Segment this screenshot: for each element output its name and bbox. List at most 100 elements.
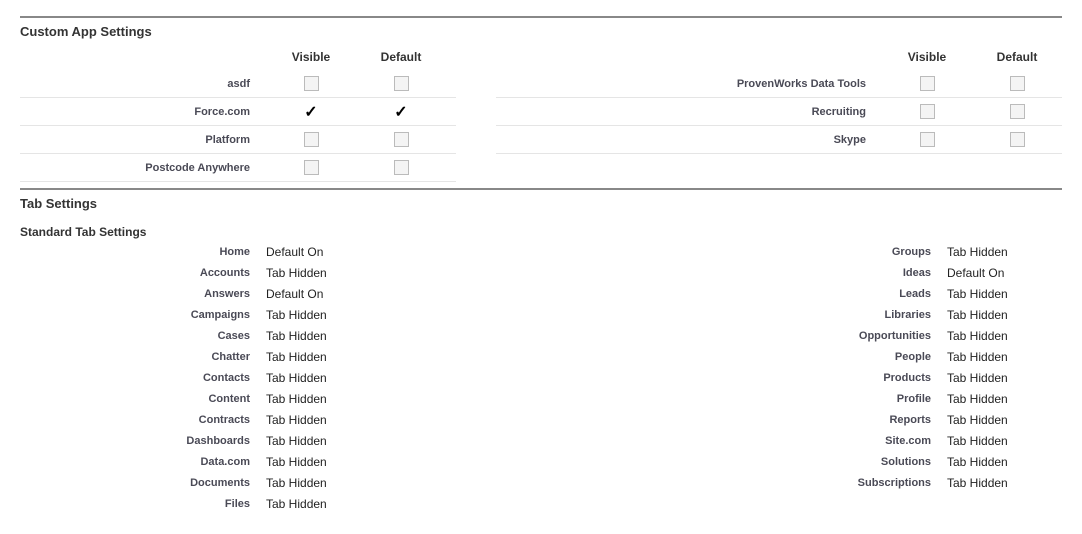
app-row: Force.com✓✓ bbox=[20, 98, 456, 126]
tab-row: AnswersDefault On bbox=[20, 283, 521, 304]
tab-value: Tab Hidden bbox=[947, 245, 1008, 259]
tab-row: IdeasDefault On bbox=[561, 262, 1062, 283]
tab-value: Tab Hidden bbox=[947, 329, 1008, 343]
default-checkbox bbox=[394, 76, 409, 91]
tab-row: CampaignsTab Hidden bbox=[20, 304, 521, 325]
standard-tab-settings-block: HomeDefault OnAccountsTab HiddenAnswersD… bbox=[20, 241, 1062, 514]
tab-label: Documents bbox=[20, 477, 266, 489]
visible-checkbox: ✓ bbox=[304, 104, 317, 121]
tab-row: HomeDefault On bbox=[20, 241, 521, 262]
tab-label: Solutions bbox=[561, 456, 947, 468]
col-header-default: Default bbox=[972, 50, 1062, 64]
app-row: Platform bbox=[20, 126, 456, 154]
tab-label: Dashboards bbox=[20, 435, 266, 447]
tab-value: Tab Hidden bbox=[947, 371, 1008, 385]
tab-label: Contacts bbox=[20, 372, 266, 384]
tab-row: AccountsTab Hidden bbox=[20, 262, 521, 283]
tab-row: ContentTab Hidden bbox=[20, 388, 521, 409]
visible-checkbox bbox=[920, 132, 935, 147]
app-row: ProvenWorks Data Tools bbox=[496, 70, 1062, 98]
tab-value: Tab Hidden bbox=[947, 287, 1008, 301]
tab-label: Products bbox=[561, 372, 947, 384]
tab-row: CasesTab Hidden bbox=[20, 325, 521, 346]
tab-value: Tab Hidden bbox=[947, 308, 1008, 322]
tab-row: Site.comTab Hidden bbox=[561, 430, 1062, 451]
tab-settings-left-column: HomeDefault OnAccountsTab HiddenAnswersD… bbox=[20, 241, 521, 514]
app-label: Postcode Anywhere bbox=[20, 162, 266, 174]
tab-label: Data.com bbox=[20, 456, 266, 468]
tab-settings-title: Tab Settings bbox=[20, 188, 1062, 215]
tab-value: Tab Hidden bbox=[266, 497, 327, 511]
app-header-row: Visible Default bbox=[20, 43, 456, 70]
tab-value: Default On bbox=[266, 245, 323, 259]
tab-label: Chatter bbox=[20, 351, 266, 363]
tab-row: ChatterTab Hidden bbox=[20, 346, 521, 367]
tab-label: Home bbox=[20, 246, 266, 258]
tab-label: Content bbox=[20, 393, 266, 405]
tab-row: SolutionsTab Hidden bbox=[561, 451, 1062, 472]
tab-label: Answers bbox=[20, 288, 266, 300]
tab-settings-right-column: GroupsTab HiddenIdeasDefault OnLeadsTab … bbox=[561, 241, 1062, 514]
tab-row: ReportsTab Hidden bbox=[561, 409, 1062, 430]
tab-value: Tab Hidden bbox=[266, 476, 327, 490]
app-label: ProvenWorks Data Tools bbox=[496, 78, 882, 90]
tab-value: Tab Hidden bbox=[947, 434, 1008, 448]
tab-value: Tab Hidden bbox=[947, 413, 1008, 427]
tab-row: LeadsTab Hidden bbox=[561, 283, 1062, 304]
tab-value: Tab Hidden bbox=[266, 266, 327, 280]
app-label: asdf bbox=[20, 78, 266, 90]
app-header-row: Visible Default bbox=[496, 43, 1062, 70]
tab-value: Tab Hidden bbox=[266, 434, 327, 448]
tab-row: Data.comTab Hidden bbox=[20, 451, 521, 472]
tab-label: People bbox=[561, 351, 947, 363]
tab-value: Tab Hidden bbox=[266, 371, 327, 385]
tab-row: FilesTab Hidden bbox=[20, 493, 521, 514]
tab-value: Tab Hidden bbox=[266, 392, 327, 406]
app-settings-right-column: Visible Default ProvenWorks Data Tools Re… bbox=[496, 43, 1062, 182]
app-row: Skype bbox=[496, 126, 1062, 154]
tab-label: Accounts bbox=[20, 267, 266, 279]
standard-tab-settings-title: Standard Tab Settings bbox=[20, 221, 1062, 241]
tab-value: Tab Hidden bbox=[266, 329, 327, 343]
tab-row: ProductsTab Hidden bbox=[561, 367, 1062, 388]
tab-row: OpportunitiesTab Hidden bbox=[561, 325, 1062, 346]
col-header-visible: Visible bbox=[266, 50, 356, 64]
tab-value: Tab Hidden bbox=[947, 392, 1008, 406]
tab-row: SubscriptionsTab Hidden bbox=[561, 472, 1062, 493]
tab-value: Tab Hidden bbox=[947, 455, 1008, 469]
tab-label: Opportunities bbox=[561, 330, 947, 342]
tab-label: Site.com bbox=[561, 435, 947, 447]
app-row: asdf bbox=[20, 70, 456, 98]
tab-row: LibrariesTab Hidden bbox=[561, 304, 1062, 325]
app-settings-left-column: Visible Default asdfForce.com✓✓PlatformP… bbox=[20, 43, 456, 182]
tab-row: ProfileTab Hidden bbox=[561, 388, 1062, 409]
tab-row: ContactsTab Hidden bbox=[20, 367, 521, 388]
tab-value: Default On bbox=[947, 266, 1004, 280]
app-row: Recruiting bbox=[496, 98, 1062, 126]
default-checkbox bbox=[1010, 104, 1025, 119]
tab-label: Cases bbox=[20, 330, 266, 342]
app-row: Postcode Anywhere bbox=[20, 154, 456, 182]
tab-row: PeopleTab Hidden bbox=[561, 346, 1062, 367]
tab-value: Tab Hidden bbox=[947, 476, 1008, 490]
tab-value: Tab Hidden bbox=[947, 350, 1008, 364]
col-header-visible: Visible bbox=[882, 50, 972, 64]
default-checkbox bbox=[1010, 76, 1025, 91]
tab-label: Subscriptions bbox=[561, 477, 947, 489]
tab-row: GroupsTab Hidden bbox=[561, 241, 1062, 262]
tab-value: Default On bbox=[266, 287, 323, 301]
tab-label: Leads bbox=[561, 288, 947, 300]
tab-label: Reports bbox=[561, 414, 947, 426]
tab-row: DashboardsTab Hidden bbox=[20, 430, 521, 451]
custom-app-settings-block: Visible Default asdfForce.com✓✓PlatformP… bbox=[20, 43, 1062, 182]
tab-value: Tab Hidden bbox=[266, 413, 327, 427]
col-header-default: Default bbox=[356, 50, 446, 64]
app-label: Recruiting bbox=[496, 106, 882, 118]
tab-row: DocumentsTab Hidden bbox=[20, 472, 521, 493]
visible-checkbox bbox=[920, 76, 935, 91]
default-checkbox bbox=[1010, 132, 1025, 147]
tab-label: Profile bbox=[561, 393, 947, 405]
default-checkbox: ✓ bbox=[394, 104, 407, 121]
visible-checkbox bbox=[920, 104, 935, 119]
custom-app-settings-title: Custom App Settings bbox=[20, 16, 1062, 43]
